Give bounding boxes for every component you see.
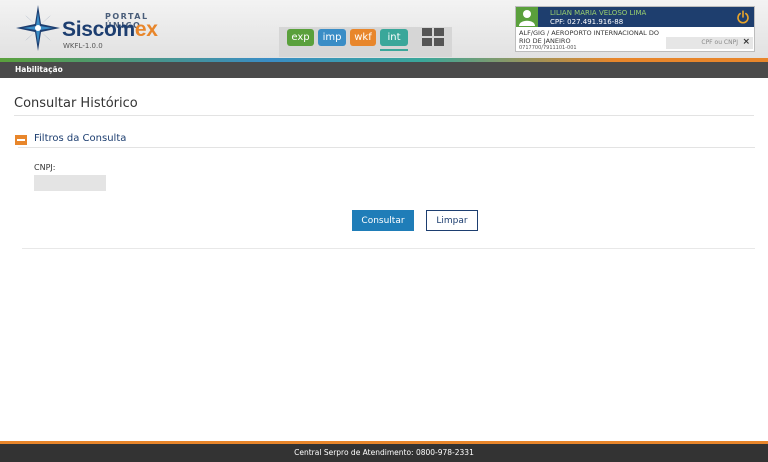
grid-icon[interactable]: [422, 28, 444, 47]
user-header: LILIAN MARIA VELOSO LIMA CPF: 027.491.91…: [516, 7, 754, 27]
module-wkf-button[interactable]: wkf: [350, 29, 376, 46]
logo-title: Siscomex: [62, 18, 158, 42]
power-icon[interactable]: [736, 10, 750, 24]
limpar-button[interactable]: Limpar: [426, 210, 478, 231]
active-module-indicator: [380, 49, 408, 51]
user-cpf: CPF: 027.491.916-88: [550, 18, 624, 26]
module-imp-button[interactable]: imp: [318, 29, 346, 46]
version-label: WKFL-1.0.0: [63, 42, 103, 50]
footer: Central Serpro de Atendimento: 0800-978-…: [0, 444, 768, 462]
star-logo-icon: [16, 5, 60, 51]
cnpj-label: CNPJ:: [34, 163, 56, 172]
siscomex-logo[interactable]: PORTAL ÚNICO Siscomex WKFL-1.0.0: [15, 4, 165, 52]
divider: [22, 248, 755, 249]
header: PORTAL ÚNICO Siscomex WKFL-1.0.0 exp imp…: [0, 0, 768, 58]
nav-item-habilitacao[interactable]: Habilitação: [15, 65, 63, 74]
module-bar: exp imp wkf int: [279, 27, 452, 57]
user-name: LILIAN MARIA VELOSO LIMA: [550, 9, 647, 17]
footer-text: Central Serpro de Atendimento: 0800-978-…: [294, 448, 474, 457]
close-icon[interactable]: ×: [742, 37, 750, 47]
minus-icon[interactable]: [15, 135, 27, 145]
logo-title-accent: ex: [134, 18, 158, 41]
user-organization: ALF/GIG / AEROPORTO INTERNACIONAL DO RIO…: [519, 29, 659, 45]
user-panel: LILIAN MARIA VELOSO LIMA CPF: 027.491.91…: [515, 6, 755, 52]
divider: [18, 147, 755, 148]
section-title: Filtros da Consulta: [34, 133, 127, 144]
cpf-search-input[interactable]: CPF ou CNPJ ×: [666, 37, 753, 49]
cnpj-input[interactable]: [34, 175, 106, 191]
module-exp-button[interactable]: exp: [287, 29, 314, 46]
logo-title-main: Siscom: [62, 18, 135, 41]
cpf-search-placeholder: CPF ou CNPJ: [701, 39, 738, 46]
divider: [14, 115, 754, 116]
nav-bar: Habilitação: [0, 62, 768, 78]
module-int-button[interactable]: int: [380, 29, 408, 46]
consultar-button[interactable]: Consultar: [352, 210, 414, 231]
user-icon: [516, 7, 538, 27]
page-title: Consultar Histórico: [14, 96, 138, 111]
user-code: 0717700/7911101-001: [519, 45, 577, 51]
